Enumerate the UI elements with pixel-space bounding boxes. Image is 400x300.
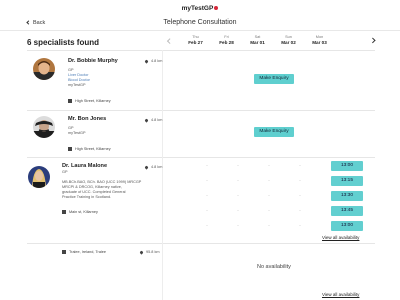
address: Tralee, Ireland, Tralee <box>62 250 106 254</box>
building-icon <box>62 250 66 254</box>
building-icon <box>62 210 66 214</box>
day-name: Fri <box>224 35 229 39</box>
divider <box>27 50 375 51</box>
location-pin-icon <box>144 117 149 123</box>
results-count: 6 specialists found <box>27 38 100 47</box>
no-slot: - <box>206 208 208 213</box>
address-text: Main st, Killarney <box>69 210 98 214</box>
day-column-header: Sat Mar 01 <box>242 35 273 49</box>
time-slot-button[interactable]: 13:00 <box>331 221 363 231</box>
day-name: Sun <box>285 35 292 39</box>
day-name: Thu <box>192 35 199 39</box>
no-slot: - <box>268 178 270 183</box>
distance: 95.8 km <box>139 249 160 255</box>
day-column-header: Fri Feb 28 <box>211 35 242 49</box>
no-slot: - <box>268 193 270 198</box>
no-slot: - <box>299 208 301 213</box>
view-all-availability-link[interactable]: View all availability <box>322 292 359 297</box>
app-logo[interactable]: myTestGP <box>0 5 400 12</box>
address-text: High Street, Killarney <box>75 147 111 151</box>
specialist-name[interactable]: Dr. Bobbie Murphy <box>68 58 118 64</box>
address: Main st, Killarney <box>62 210 98 214</box>
address-text: High Street, Killarney <box>75 99 111 103</box>
day-date: Feb 28 <box>219 40 234 45</box>
no-slot: - <box>299 193 301 198</box>
no-slot: - <box>299 223 301 228</box>
day-name: Sat <box>254 35 261 39</box>
distance: 4.8 km <box>144 58 163 64</box>
logo-dot-icon <box>214 6 219 11</box>
day-date: Mar 03 <box>312 40 327 45</box>
make-enquiry-button[interactable]: Make Enquiry <box>254 74 294 84</box>
address: High Street, Killarney <box>68 147 111 151</box>
day-date: Mar 02 <box>281 40 296 45</box>
no-slot: - <box>237 223 239 228</box>
page-title: Telephone Consultation <box>163 19 237 26</box>
no-slot: - <box>268 208 270 213</box>
specialist-role: GP <box>62 170 68 174</box>
no-slot: - <box>206 223 208 228</box>
make-enquiry-button[interactable]: Make Enquiry <box>254 127 294 137</box>
logo-text: myTestGP <box>181 5 214 12</box>
no-slot: - <box>268 223 270 228</box>
no-slot: - <box>268 163 270 168</box>
address: High Street, Killarney <box>68 99 111 103</box>
no-slot: - <box>237 208 239 213</box>
no-slot: - <box>206 193 208 198</box>
time-slot-button[interactable]: 13:30 <box>331 191 363 201</box>
building-icon <box>68 99 72 103</box>
day-column-header: Mon Mar 03 <box>304 35 335 49</box>
distance-value: 95.8 km <box>146 250 160 254</box>
next-dates-icon[interactable] <box>370 38 376 44</box>
time-slot-button[interactable]: 13:45 <box>331 206 363 216</box>
specialist-name[interactable]: Dr. Laura Malone <box>62 163 107 169</box>
clinic-name: myTestGP <box>68 83 86 87</box>
time-slot-button[interactable]: 13:15 <box>331 176 363 186</box>
day-column-header: Thu Feb 27 <box>180 35 211 49</box>
avatar[interactable] <box>28 166 50 188</box>
specialist-bio: MB.BCh.BAO, BCh. BAO (UCC 1999) MRCGP MR… <box>62 180 141 200</box>
no-slot: - <box>299 178 301 183</box>
building-icon <box>68 147 72 151</box>
column-divider <box>162 50 163 300</box>
clinic-name: myTestGP <box>68 131 86 135</box>
location-pin-icon <box>139 249 144 255</box>
distance: 4.8 km <box>144 164 163 170</box>
divider <box>27 110 375 111</box>
no-slot: - <box>237 163 239 168</box>
day-date: Mar 01 <box>250 40 265 45</box>
no-slot: - <box>299 163 301 168</box>
divider <box>27 243 375 244</box>
specialist-name[interactable]: Mr. Bon Jones <box>68 116 106 122</box>
no-slot: - <box>237 193 239 198</box>
specialist-info: GP myTestGP <box>68 126 86 136</box>
previous-dates-icon[interactable] <box>167 38 173 44</box>
no-slot: - <box>237 178 239 183</box>
view-all-availability-link[interactable]: View all availability <box>322 235 359 240</box>
top-bar: Back Telephone Consultation <box>0 17 400 31</box>
day-column-header: Sun Mar 02 <box>273 35 304 49</box>
bio-line: Practice Training in Scotland. <box>62 195 112 199</box>
distance-value: 4.8 km <box>151 59 163 63</box>
avatar[interactable] <box>33 116 55 138</box>
divider <box>27 157 375 158</box>
day-name: Mon <box>315 35 324 39</box>
no-availability-text: No availability <box>257 264 291 270</box>
no-slot: - <box>206 178 208 183</box>
time-slot-button[interactable]: 13:00 <box>331 161 363 171</box>
location-pin-icon <box>144 164 149 170</box>
date-header: Thu Feb 27 Fri Feb 28 Sat Mar 01 Sun Mar 02 … <box>180 35 365 49</box>
distance: 4.8 km <box>144 117 163 123</box>
day-date: Feb 27 <box>188 40 203 45</box>
no-slot: - <box>206 163 208 168</box>
address-text: Tralee, Ireland, Tralee <box>69 250 107 254</box>
specialist-info: GP Liver Doctor Blood Doctor myTestGP <box>68 68 90 88</box>
avatar[interactable] <box>33 58 55 80</box>
distance-value: 4.8 km <box>151 118 163 122</box>
distance-value: 4.8 km <box>151 165 163 169</box>
location-pin-icon <box>144 58 149 64</box>
